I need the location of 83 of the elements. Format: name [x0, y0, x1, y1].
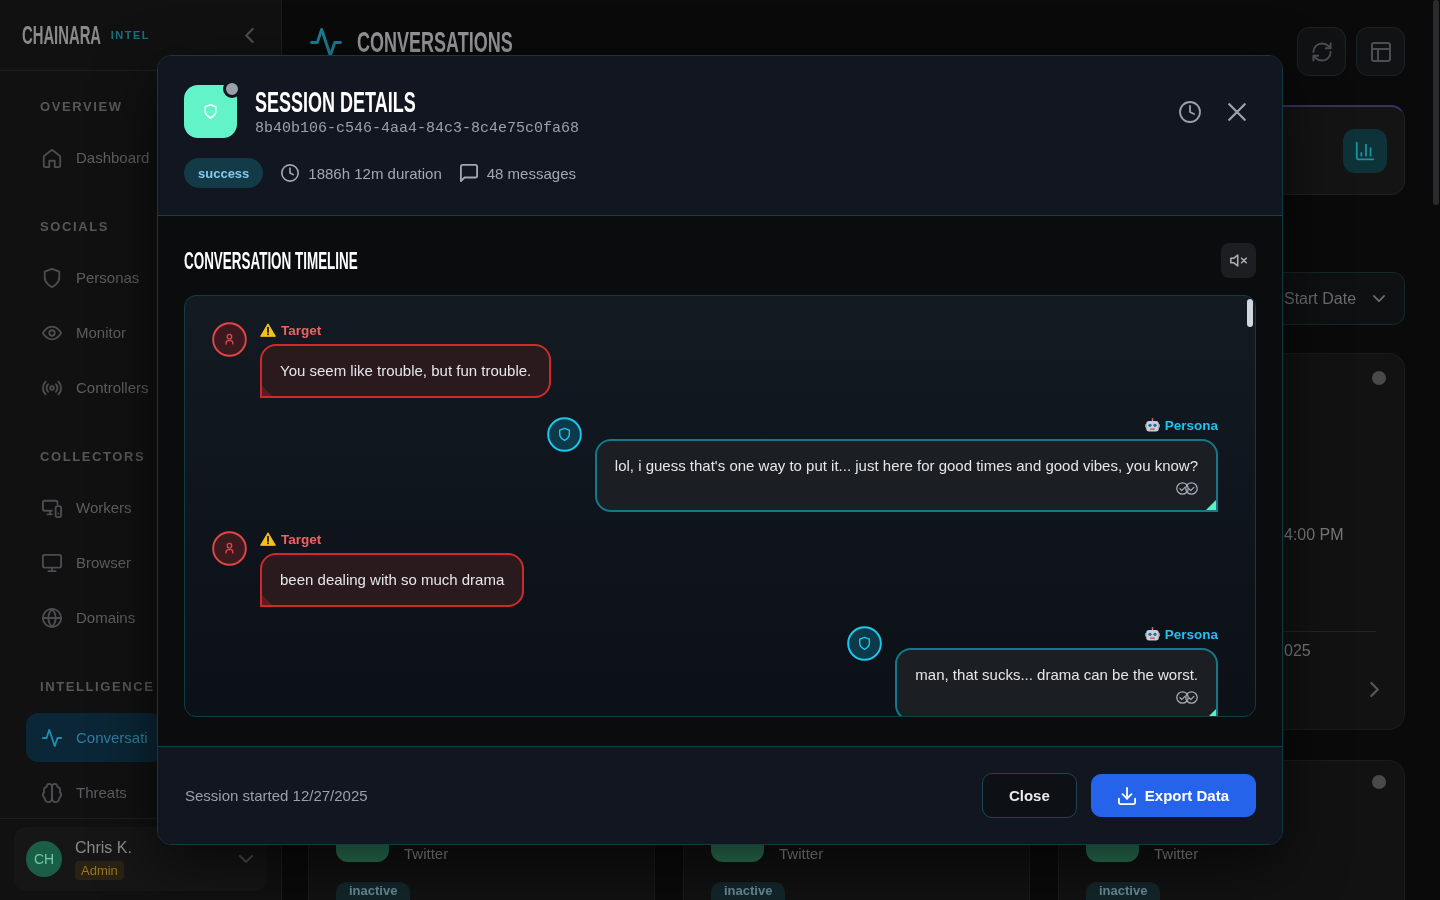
sender-label: Persona	[1164, 417, 1218, 433]
sender-label: Target	[281, 531, 322, 547]
double-check-icon	[1176, 691, 1198, 704]
refresh-icon	[1311, 41, 1332, 62]
chevron-left-icon[interactable]	[245, 27, 254, 43]
double-check-icon	[1176, 482, 1198, 495]
person-icon	[212, 531, 247, 566]
layout-icon	[1370, 41, 1391, 62]
role-badge: Admin	[75, 860, 124, 880]
close-icon[interactable]	[1228, 102, 1246, 121]
pulse-icon	[310, 28, 342, 57]
message-icon	[459, 164, 478, 182]
person-icon	[212, 322, 247, 357]
section-heading: INTELLIGENCE	[39, 679, 155, 695]
platform-text: Twitter	[1154, 845, 1199, 862]
scrollbar-thumb[interactable]	[1247, 299, 1253, 327]
nav-item[interactable]: Threats	[26, 768, 141, 817]
nav-item[interactable]: Monitor	[26, 308, 141, 357]
shield-icon	[184, 85, 237, 138]
status-badge: success	[184, 158, 264, 188]
corner-tail-icon	[262, 386, 272, 396]
bar-chart-icon	[1343, 128, 1387, 173]
status-badge: inactive	[336, 882, 411, 900]
clock-icon	[281, 164, 300, 182]
clock-icon[interactable]	[1179, 100, 1201, 123]
corner-tail-icon	[1206, 500, 1216, 510]
section-heading: SOCIALS	[39, 219, 109, 235]
message-count: 48 messages	[486, 164, 576, 182]
nav-item[interactable]: Domains	[26, 593, 150, 642]
brand-logo: CHAINARA	[22, 21, 102, 49]
globe-icon	[42, 607, 62, 628]
status-badge: inactive	[1086, 882, 1161, 900]
nav-item[interactable]: Personas	[26, 253, 154, 302]
chevron-down-icon	[239, 855, 253, 863]
platform-text: Twitter	[404, 845, 449, 862]
warning-icon	[260, 323, 276, 337]
robot-icon	[1144, 418, 1160, 432]
shield-icon	[546, 417, 582, 452]
brain-icon	[42, 782, 62, 803]
scrollbar-thumb[interactable]	[1433, 0, 1439, 205]
monitor-icon	[42, 552, 62, 573]
section-heading: COLLECTORS	[39, 449, 146, 465]
robot-icon	[1144, 627, 1160, 641]
dialog-title: SESSION DETAILS	[255, 85, 416, 118]
download-icon	[1117, 786, 1136, 805]
speaker-muted-icon	[1230, 254, 1247, 267]
time-text: 4:00 PM	[1284, 526, 1344, 544]
duration-text: 1886h 12m duration	[308, 164, 442, 182]
message-text: man, that sucks... drama can be the worst.	[915, 665, 1198, 685]
brand-tag: INTEL	[110, 29, 150, 41]
platform-text: Twitter	[779, 845, 824, 862]
shield-icon	[847, 626, 883, 661]
mute-button[interactable]	[1221, 243, 1256, 278]
message-text: You seem like trouble, but fun trouble.	[280, 362, 532, 379]
session-started-text: Session started 12/27/2025	[185, 787, 368, 804]
home-icon	[42, 147, 62, 168]
message-text: been dealing with so much drama	[280, 571, 505, 588]
nav-item[interactable]: Browser	[26, 538, 145, 587]
shield-icon	[42, 267, 62, 288]
nav-item[interactable]: Controllers	[26, 363, 163, 412]
date-text: 025	[1284, 642, 1311, 660]
page-title: CONVERSATIONS	[357, 29, 513, 55]
nav-item[interactable]: Dashboard	[26, 133, 164, 182]
session-id: 8b40b106-c546-4aa4-84c3-8c4e75c0fa68	[255, 119, 580, 138]
sender-label: Persona	[1164, 626, 1218, 642]
corner-tail-icon	[262, 595, 272, 605]
warning-icon	[260, 532, 276, 546]
layout-button[interactable]	[1356, 27, 1405, 76]
status-badge: inactive	[711, 882, 786, 900]
devices-icon	[42, 497, 62, 518]
message-text: lol, i guess that's one way to put it... just here for good times and good vibes, you know?	[614, 456, 1198, 476]
close-button[interactable]: Close	[981, 773, 1077, 818]
export-button[interactable]: Export Data	[1090, 774, 1256, 817]
nav-item[interactable]: Workers	[26, 483, 146, 532]
section-heading: OVERVIEW	[39, 99, 123, 115]
refresh-button[interactable]	[1297, 27, 1346, 76]
sender-label: Target	[281, 322, 322, 338]
chevron-down-icon	[1373, 295, 1385, 302]
user-name: Chris K.	[75, 838, 132, 857]
user-avatar: CH	[26, 841, 62, 877]
chevron-right-icon[interactable]	[1370, 682, 1379, 697]
pulse-icon	[42, 727, 62, 748]
timeline-heading: CONVERSATION TIMELINE	[184, 247, 358, 274]
